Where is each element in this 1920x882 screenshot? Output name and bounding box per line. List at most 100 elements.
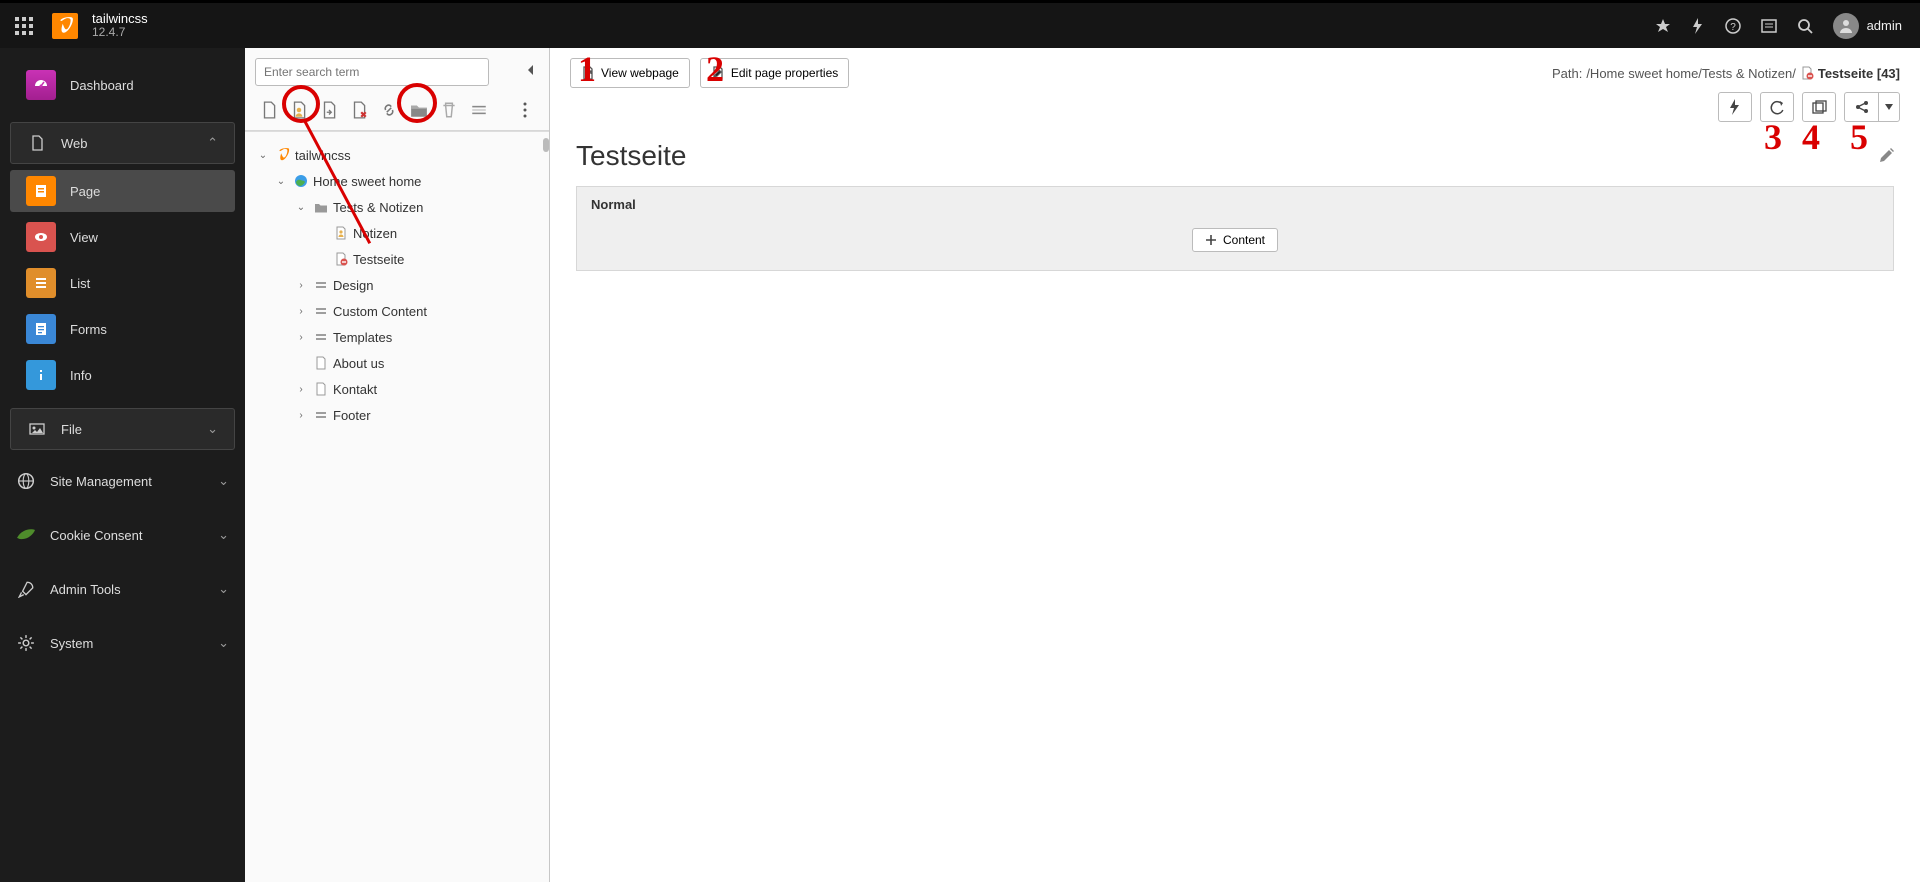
more-actions-icon[interactable] xyxy=(511,96,539,124)
cache-flash-icon[interactable] xyxy=(1691,18,1705,34)
module-group-file[interactable]: File ⌄ xyxy=(10,408,235,450)
leaf-icon xyxy=(16,525,36,545)
tree-node[interactable]: Testseite xyxy=(245,246,549,272)
divider-page-icon xyxy=(313,407,329,423)
list-icon[interactable] xyxy=(1761,18,1777,34)
module-cookie-consent-label: Cookie Consent xyxy=(50,528,204,543)
share-dropdown-button[interactable] xyxy=(1878,92,1900,122)
doc-hidden-icon xyxy=(1800,66,1814,80)
chevron-down-icon: ⌄ xyxy=(218,473,229,489)
search-icon[interactable] xyxy=(1797,18,1813,34)
tree-node[interactable]: › Kontakt xyxy=(245,376,549,402)
module-info[interactable]: Info xyxy=(10,354,235,396)
tree-toggle-icon[interactable]: › xyxy=(293,410,309,421)
view-module-icon xyxy=(26,222,56,252)
plus-icon xyxy=(1205,234,1217,246)
doc-icon xyxy=(313,355,329,371)
external-link-icon xyxy=(581,66,595,80)
version: 12.4.7 xyxy=(92,26,148,39)
module-dashboard-label: Dashboard xyxy=(70,78,219,93)
tree-toggle-icon[interactable]: › xyxy=(293,384,309,395)
dashboard-icon xyxy=(26,70,56,100)
add-content-button[interactable]: Content xyxy=(1192,228,1278,252)
module-menu: Dashboard Web ⌃ Page View List Form xyxy=(0,48,245,882)
user-menu[interactable]: admin xyxy=(1833,13,1902,39)
info-module-icon xyxy=(26,360,56,390)
new-page-delete-icon[interactable] xyxy=(345,96,373,124)
scrollbar-indicator[interactable] xyxy=(543,138,549,152)
module-page-label: Page xyxy=(70,184,219,199)
chevron-up-icon: ⌃ xyxy=(207,135,218,151)
module-cookie-consent[interactable]: Cookie Consent ⌄ xyxy=(0,508,245,562)
tree-toggle-icon[interactable]: › xyxy=(293,306,309,317)
page-tree-search-input[interactable] xyxy=(255,58,489,86)
module-admin-tools[interactable]: Admin Tools ⌄ xyxy=(0,562,245,616)
tree-node[interactable]: ⌄ Tests & Notizen xyxy=(245,194,549,220)
view-webpage-button[interactable]: View webpage xyxy=(570,58,690,88)
tree-node[interactable]: ⌄ Home sweet home xyxy=(245,168,549,194)
tree-toggle-icon[interactable]: ⌄ xyxy=(273,176,289,187)
tree-node-label: Custom Content xyxy=(333,304,427,319)
clear-cache-button[interactable] xyxy=(1718,92,1752,122)
chevron-down-icon: ⌄ xyxy=(218,527,229,543)
typo3-logo-icon[interactable] xyxy=(52,13,78,39)
new-page-icon[interactable] xyxy=(255,96,283,124)
link-icon[interactable] xyxy=(375,96,403,124)
tree-node-label: Testseite xyxy=(353,252,404,267)
chevron-down-icon: ⌄ xyxy=(218,635,229,651)
refresh-button[interactable] xyxy=(1760,92,1794,122)
collapse-tree-icon[interactable] xyxy=(519,58,543,82)
module-forms-label: Forms xyxy=(70,322,219,337)
doc-user-icon xyxy=(333,225,349,241)
tree-node[interactable]: About us xyxy=(245,350,549,376)
folder-icon[interactable] xyxy=(405,96,433,124)
image-icon xyxy=(27,419,47,439)
content-column-label: Normal xyxy=(577,187,1893,222)
share-button[interactable] xyxy=(1844,92,1878,122)
view-webpage-label: View webpage xyxy=(601,66,679,80)
edit-doc-icon xyxy=(711,66,725,80)
module-list[interactable]: List xyxy=(10,262,235,304)
topbar: tailwincss 12.4.7 ? admin xyxy=(0,3,1920,48)
tree-node-root[interactable]: ⌄ tailwincss xyxy=(245,142,549,168)
module-view-label: View xyxy=(70,230,219,245)
tree-node[interactable]: › Footer xyxy=(245,402,549,428)
module-view[interactable]: View xyxy=(10,216,235,258)
module-dashboard[interactable]: Dashboard xyxy=(10,58,235,112)
tree-node-label: Home sweet home xyxy=(313,174,421,189)
tree-toggle-icon[interactable]: ⌄ xyxy=(255,150,271,161)
tree-node-label: Templates xyxy=(333,330,392,345)
module-page[interactable]: Page xyxy=(10,170,235,212)
tree-node[interactable]: › Design xyxy=(245,272,549,298)
page-tree: ⌄ tailwincss ⌄ Home sweet home xyxy=(245,136,549,882)
tree-node[interactable]: › Custom Content xyxy=(245,298,549,324)
tree-node[interactable]: › Templates xyxy=(245,324,549,350)
bookmark-icon[interactable] xyxy=(1655,18,1671,34)
new-page-user-icon[interactable] xyxy=(285,96,313,124)
module-system[interactable]: System ⌄ xyxy=(0,616,245,670)
tree-toggle-icon[interactable]: › xyxy=(293,332,309,343)
folder-grey-icon xyxy=(313,199,329,215)
content-area: View webpage Edit page properties Path: … xyxy=(550,48,1920,882)
tree-toggle-icon[interactable]: › xyxy=(293,280,309,291)
edit-title-icon[interactable] xyxy=(1878,148,1894,164)
tree-toggle-icon[interactable]: ⌄ xyxy=(293,202,309,213)
module-site-management-label: Site Management xyxy=(50,474,204,489)
open-new-window-button[interactable] xyxy=(1802,92,1836,122)
divider-new-icon[interactable] xyxy=(465,96,493,124)
tree-node-label: Notizen xyxy=(353,226,397,241)
trash-icon[interactable] xyxy=(435,96,463,124)
help-icon[interactable]: ? xyxy=(1725,18,1741,34)
breadcrumb-path-label: Path: xyxy=(1552,66,1582,81)
edit-page-properties-button[interactable]: Edit page properties xyxy=(700,58,849,88)
module-group-web[interactable]: Web ⌃ xyxy=(10,122,235,164)
new-page-arrow-icon[interactable] xyxy=(315,96,343,124)
module-info-label: Info xyxy=(70,368,219,383)
module-forms[interactable]: Forms xyxy=(10,308,235,350)
apps-menu-icon[interactable] xyxy=(0,3,48,48)
gear-icon xyxy=(16,633,36,653)
module-site-management[interactable]: Site Management ⌄ xyxy=(0,454,245,508)
tree-node[interactable]: Notizen xyxy=(245,220,549,246)
content-column: Normal Content xyxy=(576,186,1894,271)
breadcrumb-current-page: Testseite xyxy=(1818,66,1873,81)
